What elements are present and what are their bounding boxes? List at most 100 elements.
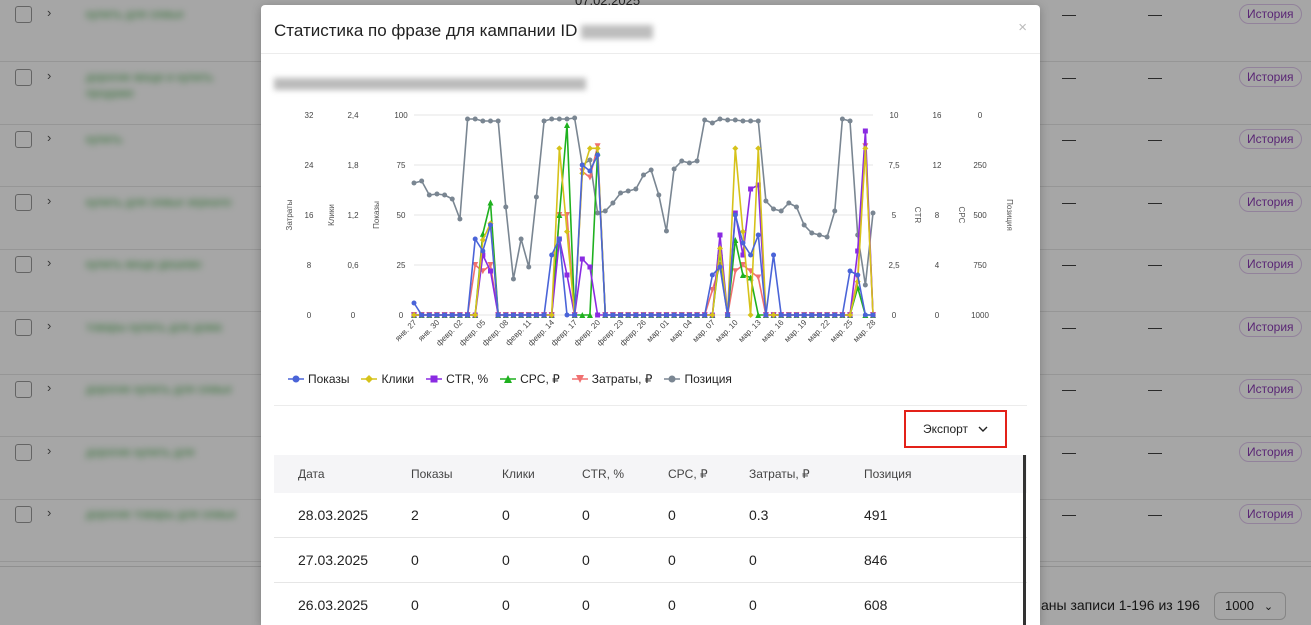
- table-header: Дата Показы Клики CTR, % CPC, ₽ Затраты, ₽ Поз…: [274, 455, 1027, 493]
- data-point: [801, 222, 807, 228]
- data-point: [778, 312, 784, 318]
- axis-tick-label: 0: [935, 311, 940, 320]
- table-row: 27.03.2025 0 0 0 0 0 846: [274, 538, 1027, 583]
- column-header: Клики: [502, 467, 535, 481]
- legend-item[interactable]: Показы: [288, 372, 349, 386]
- data-point: [862, 145, 869, 152]
- data-point: [556, 116, 562, 122]
- data-point: [816, 312, 822, 318]
- data-point: [786, 200, 792, 206]
- axis-tick-label: 75: [397, 161, 406, 170]
- data-point: [495, 312, 501, 318]
- data-point: [541, 118, 547, 124]
- data-point: [832, 208, 838, 214]
- data-point: [663, 228, 669, 234]
- data-point: [816, 232, 822, 238]
- data-point: [656, 312, 662, 318]
- axis-tick-label: 1,8: [347, 161, 359, 170]
- data-point: [748, 186, 754, 192]
- column-header: Дата: [298, 467, 325, 481]
- legend-label: Показы: [308, 372, 350, 386]
- data-point: [549, 252, 555, 258]
- axis-tick-label: 750: [973, 261, 987, 270]
- legend-item[interactable]: CPC, ₽: [500, 372, 560, 386]
- table-cell: 26.03.2025: [298, 597, 369, 613]
- legend-item[interactable]: CTR, %: [426, 372, 488, 386]
- legend-item[interactable]: Клики: [361, 372, 414, 386]
- data-point: [709, 272, 715, 278]
- series-group: [411, 145, 876, 318]
- axis-tick-label: 8: [935, 211, 940, 220]
- data-point: [732, 145, 739, 152]
- data-point: [526, 264, 532, 270]
- data-point: [702, 312, 708, 318]
- data-point: [587, 168, 593, 174]
- axis-tick-label: 7,5: [888, 161, 900, 170]
- data-point: [564, 116, 570, 122]
- axis-tick-label: 2,5: [888, 261, 900, 270]
- data-point: [771, 252, 777, 258]
- data-point: [510, 276, 516, 282]
- axis-tick-label: 100: [394, 111, 408, 120]
- series-group: [411, 128, 876, 318]
- data-point: [602, 312, 608, 318]
- data-point: [656, 192, 662, 198]
- data-point: [862, 282, 868, 288]
- axis-tick-label: 0: [307, 311, 312, 320]
- data-point: [862, 128, 868, 134]
- data-point: [732, 212, 738, 218]
- x-tick-label: мар. 04: [668, 318, 694, 344]
- table-row: 26.03.2025 0 0 0 0 0 608: [274, 583, 1027, 625]
- data-point: [778, 208, 784, 214]
- legend-item[interactable]: Затраты, ₽: [571, 372, 652, 386]
- data-point: [426, 192, 432, 198]
- legend-item[interactable]: Позиция: [664, 372, 732, 386]
- export-button[interactable]: Экспорт: [904, 410, 1007, 448]
- data-point: [572, 312, 578, 318]
- table-cell: 0: [668, 597, 676, 613]
- data-point: [755, 232, 761, 238]
- table-cell: 27.03.2025: [298, 552, 369, 568]
- series-group: [411, 143, 876, 318]
- data-point: [487, 199, 494, 206]
- x-tick-label: мар. 19: [783, 318, 809, 344]
- data-point: [533, 194, 539, 200]
- data-point: [442, 312, 448, 318]
- table-cell: 0: [749, 552, 757, 568]
- data-point: [602, 208, 608, 214]
- close-icon[interactable]: ×: [1018, 19, 1027, 36]
- legend-marker-icon: [361, 375, 378, 383]
- data-point: [564, 122, 570, 128]
- table-cell: 0.3: [749, 507, 769, 523]
- table-cell: 0: [749, 597, 757, 613]
- series-line: [414, 124, 873, 316]
- axis-tick-label: 16: [305, 211, 314, 220]
- table-cell: 0: [582, 507, 590, 523]
- data-point: [625, 188, 631, 194]
- axis-tick-label: 24: [305, 161, 314, 170]
- data-point: [457, 216, 463, 222]
- data-point: [472, 236, 478, 242]
- data-point: [434, 191, 440, 197]
- column-header: CPC, ₽: [668, 467, 708, 481]
- data-point: [717, 264, 723, 270]
- data-point: [618, 312, 624, 318]
- data-point: [510, 312, 516, 318]
- axis-tick-label: 0: [351, 311, 356, 320]
- data-point: [839, 116, 845, 122]
- axis-tick-label: 1000: [971, 311, 989, 320]
- data-point: [572, 115, 578, 121]
- data-point: [641, 312, 646, 318]
- data-point: [694, 158, 700, 164]
- legend-marker-icon: [664, 375, 681, 383]
- table-cell: 0: [582, 597, 590, 613]
- data-point: [442, 192, 448, 198]
- export-label: Экспорт: [922, 422, 969, 436]
- data-point: [717, 116, 723, 122]
- data-point: [518, 312, 524, 318]
- axis-tick-label: 2,4: [347, 111, 359, 120]
- data-point: [594, 145, 601, 152]
- data-point: [747, 312, 754, 318]
- data-point: [648, 312, 654, 318]
- table-scrollbar[interactable]: [1023, 455, 1026, 625]
